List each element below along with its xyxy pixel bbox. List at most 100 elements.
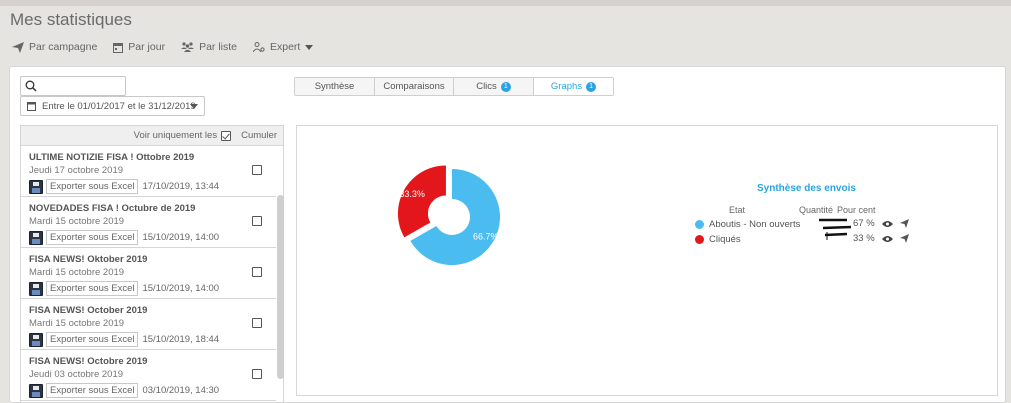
tab-label: Comparaisons [383,81,445,92]
chart-panel: 66.7% 33.3% Synthèse des envois Etat Quan… [296,125,998,396]
export-time: 17/10/2019, 13:44 [142,181,220,192]
par-liste-label: Par liste [199,41,237,53]
export-time: 15/10/2019, 14:00 [142,232,220,243]
export-row: Exporter sous Excel 03/10/2019, 14:30 [29,383,276,398]
count-badge: 1 [500,81,511,92]
tab-comparaisons[interactable]: Comparaisons [375,78,454,95]
export-row: Exporter sous Excel 15/10/2019, 14:00 [29,230,276,245]
search-input[interactable] [41,78,123,94]
campaign-name: ULTIME NOTIZIE FISA ! Ottobre 2019 [29,152,195,163]
donut-chart: 66.7% 33.3% [397,165,500,265]
legend-row-aboutis: Aboutis - Non ouverts [695,217,800,231]
campaign-date: Mardi 15 octobre 2019 [29,318,125,329]
tab-label: Synthèse [314,81,355,92]
campaign-name: FISA NEWS! Octobre 2019 [29,356,148,367]
par-liste-button[interactable]: Par liste [181,41,237,53]
slice-label: 66.7% [473,232,499,242]
export-excel-button[interactable]: Exporter sous Excel [46,332,139,347]
legend-label: Cliqués [709,233,741,245]
export-row: Exporter sous Excel 17/10/2019, 13:44 [29,179,276,194]
col-pourcent: Pour cent [837,205,876,215]
slice-label: 33.3% [399,189,425,199]
cumuler-label: Cumuler [241,130,277,141]
save-icon [29,179,43,194]
legend-label: Aboutis - Non ouverts [709,218,801,230]
tab-graphs[interactable]: Graphs 1 [534,78,613,95]
percent-aboutis: 67 % [853,218,875,229]
legend-dot [695,234,704,244]
campaign-date: Mardi 15 octobre 2019 [29,267,125,278]
calendar-icon [113,42,124,53]
export-row: Exporter sous Excel 15/10/2019, 18:44 [29,332,276,347]
voir-uniquement-label: Voir uniquement les [133,130,218,141]
list-header: Voir uniquement les Cumuler [21,126,283,146]
col-etat: Etat [729,205,746,215]
campaign-date: Mardi 15 octobre 2019 [29,216,125,227]
select-checkbox[interactable] [252,267,262,277]
legend-row-cliques: Cliqués [695,232,741,246]
select-checkbox[interactable] [252,369,262,379]
expert-label: Expert [270,41,301,53]
count-badge: 1 [586,81,597,92]
campaign-name: FISA NEWS! Oktober 2019 [29,254,148,265]
pie-slice[interactable] [397,165,446,238]
export-excel-button[interactable]: Exporter sous Excel [46,179,139,194]
calendar-icon [27,102,36,111]
toolbar: Par campagne Par jour Par liste Expert [12,41,334,53]
par-jour-button[interactable]: Par jour [113,41,165,53]
col-quantite: Quantité [799,205,834,215]
export-excel-button[interactable]: Exporter sous Excel [46,383,139,398]
page-title: Mes statistiques [10,10,132,29]
caret-down-icon [305,44,314,50]
save-icon [29,332,43,347]
list-scrollbar[interactable] [277,195,284,379]
campaign-name: NOVEDADES FISA ! Octubre de 2019 [29,203,196,214]
select-checkbox[interactable] [252,165,262,175]
people-icon [181,42,195,52]
export-excel-button[interactable]: Exporter sous Excel [46,281,139,296]
campaign-name: FISA NEWS! October 2019 [29,305,148,316]
select-checkbox[interactable] [252,318,262,328]
send-icon[interactable] [900,234,909,243]
expert-button[interactable]: Expert [253,41,318,53]
par-jour-label: Par jour [128,41,166,53]
date-range-select[interactable]: Entre le 01/01/2017 et le 31/12/2019 [20,96,205,116]
caret-down-icon [190,104,198,109]
list-items: ULTIME NOTIZIE FISA ! Ottobre 2019 Jeudi … [21,146,283,401]
main-panel: Entre le 01/01/2017 et le 31/12/2019 Syn… [9,66,1006,403]
save-icon [29,281,43,296]
eye-icon[interactable] [882,235,893,243]
window-titlebar [0,0,1011,6]
list-item[interactable]: FISA NEWS! Octobre 2019 Jeudi 03 octobre … [21,350,276,401]
tab-clics[interactable]: Clics 1 [454,78,534,95]
eye-icon[interactable] [882,220,893,228]
date-range-label: Entre le 01/01/2017 et le 31/12/2019 [42,100,196,112]
export-time: 15/10/2019, 18:44 [142,334,220,345]
export-row: Exporter sous Excel 15/10/2019, 14:00 [29,281,276,296]
tab-synthese[interactable]: Synthèse [295,78,375,95]
select-checkbox[interactable] [252,216,262,226]
percent-cliques: 33 % [853,233,875,244]
send-icon[interactable] [900,219,909,228]
export-time: 03/10/2019, 14:30 [142,385,220,396]
voir-uniquement-checkbox[interactable] [221,130,232,141]
synthese-title: Synthèse des envois [757,183,856,194]
campaign-list: Voir uniquement les Cumuler ULTIME NOTIZ… [20,125,284,403]
list-item[interactable]: NOVEDADES FISA ! Octubre de 2019 Mardi 15… [21,197,276,248]
tab-label: Graphs [550,81,583,92]
tab-label: Clics [476,81,497,92]
save-icon [29,230,43,245]
export-time: 15/10/2019, 14:00 [142,283,220,294]
save-icon [29,383,43,398]
search-box[interactable] [20,76,126,96]
par-campagne-label: Par campagne [29,41,98,53]
campaign-date: Jeudi 17 octobre 2019 [29,165,124,176]
export-excel-button[interactable]: Exporter sous Excel [46,230,139,245]
list-item[interactable]: FISA NEWS! October 2019 Mardi 15 octobre … [21,299,276,350]
legend-dot [695,219,704,229]
user-settings-icon [253,42,265,52]
view-tabs: Synthèse Comparaisons Clics 1 Graphs 1 [294,77,614,96]
list-item[interactable]: ULTIME NOTIZIE FISA ! Ottobre 2019 Jeudi … [21,146,276,197]
list-item[interactable]: FISA NEWS! Oktober 2019 Mardi 15 octobre … [21,248,276,299]
par-campagne-button[interactable]: Par campagne [12,41,97,53]
